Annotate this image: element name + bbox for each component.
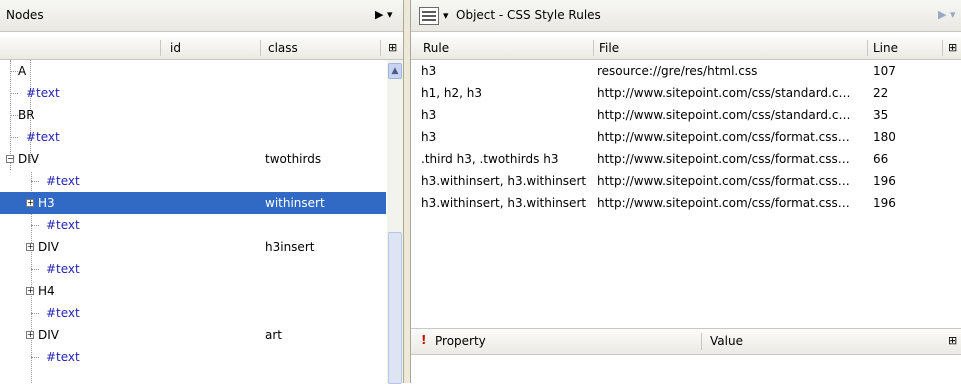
rule-file[interactable]: http://www.sitepoint.com/css/standard.c…: [597, 104, 850, 126]
nodes-pane: Nodes ▶ ▾ id class ⊞ A #text BR #text − DIV tw…: [0, 0, 403, 384]
rule-selector: h3.withinsert, h3.withinsert: [421, 196, 587, 210]
rule-line: 180: [873, 130, 896, 144]
node-tag: #text: [46, 262, 80, 276]
property-header: ! Property Value ⊞: [411, 328, 961, 355]
rule-row[interactable]: h1, h2, h3 http://www.sitepoint.com/css/s…: [411, 82, 961, 104]
rule-selector: h3.withinsert, h3.withinsert: [421, 174, 587, 188]
nodes-scrollbar[interactable]: ▲: [387, 60, 403, 384]
tree-row[interactable]: #text: [0, 82, 386, 104]
rule-file[interactable]: http://www.sitepoint.com/css/format.css…: [597, 192, 850, 214]
rule-line: 107: [873, 64, 896, 78]
node-tag: #text: [46, 350, 80, 364]
nodes-column-header: id class ⊞: [0, 37, 403, 60]
tree-row[interactable]: BR: [0, 104, 386, 126]
rules-column-header: Rule File Line ⊞: [411, 37, 961, 60]
tree-row[interactable]: + DIV art: [0, 324, 386, 346]
nodes-menu-arrow-icon[interactable]: ▶ ▾: [375, 8, 392, 21]
menu-list-icon[interactable]: [419, 7, 439, 25]
column-rule[interactable]: Rule: [423, 41, 449, 55]
column-value[interactable]: Value: [710, 334, 743, 348]
tree-row[interactable]: + H4: [0, 280, 386, 302]
rule-row[interactable]: h3.withinsert, h3.withinsert http://www.s…: [411, 170, 961, 192]
column-picker-icon[interactable]: ⊞: [388, 41, 397, 54]
node-tag: A: [18, 64, 27, 78]
rules-title: Object - CSS Style Rules: [456, 8, 601, 22]
node-class: twothirds: [265, 152, 322, 166]
node-tag: DIV: [38, 328, 59, 342]
rule-row[interactable]: h3 resource://gre/res/html.css 107: [411, 60, 961, 82]
rule-file[interactable]: http://www.sitepoint.com/css/format.css…: [597, 148, 850, 170]
rule-line: 22: [873, 86, 889, 100]
node-tag: BR: [18, 108, 35, 122]
rule-selector: h3: [421, 108, 437, 122]
menu-dropdown-icon[interactable]: ▾: [443, 9, 449, 22]
expand-icon[interactable]: +: [26, 287, 34, 295]
column-class[interactable]: class: [268, 41, 298, 55]
rule-line: 196: [873, 196, 896, 210]
rule-file[interactable]: http://www.sitepoint.com/css/format.css…: [597, 126, 850, 148]
tree-row[interactable]: + H3 withinsert: [0, 192, 386, 214]
rule-selector: .third h3, .twothirds h3: [421, 152, 559, 166]
rule-row[interactable]: h3 http://www.sitepoint.com/css/standard.…: [411, 104, 961, 126]
node-tag: #text: [46, 174, 80, 188]
collapse-icon[interactable]: −: [6, 155, 14, 163]
tree-row[interactable]: #text: [0, 170, 386, 192]
node-class: h3insert: [265, 240, 315, 254]
node-tag: DIV: [38, 240, 59, 254]
rule-row[interactable]: .third h3, .twothirds h3 http://www.sitep…: [411, 148, 961, 170]
rules-column-picker-icon[interactable]: ⊞: [948, 41, 957, 54]
column-id[interactable]: id: [170, 41, 181, 55]
node-tag: #text: [26, 130, 60, 144]
node-tag: #text: [46, 306, 80, 320]
node-tag: H4: [38, 284, 55, 298]
expand-icon[interactable]: +: [26, 199, 34, 207]
column-property[interactable]: Property: [435, 334, 486, 348]
scroll-up-icon[interactable]: ▲: [388, 63, 402, 79]
node-tag: #text: [46, 218, 80, 232]
rule-line: 66: [873, 152, 889, 166]
node-class: withinsert: [265, 196, 325, 210]
column-line[interactable]: Line: [873, 41, 898, 55]
rule-line: 35: [873, 108, 889, 122]
rule-selector: h3: [421, 130, 437, 144]
tree-row[interactable]: − DIV twothirds: [0, 148, 386, 170]
scrollbar-thumb[interactable]: [388, 232, 402, 384]
tree-row[interactable]: #text: [0, 214, 386, 236]
rule-file[interactable]: resource://gre/res/html.css: [597, 60, 757, 82]
nodes-title: Nodes: [6, 8, 44, 22]
css-rules-pane: ▾ Object - CSS Style Rules ▶ ▾ Rule File…: [411, 0, 961, 383]
rule-selector: h3: [421, 64, 437, 78]
tree-row[interactable]: #text: [0, 258, 386, 280]
node-tag: #text: [26, 86, 60, 100]
tree-row[interactable]: + DIV h3insert: [0, 236, 386, 258]
rules-nav-arrow-icon[interactable]: ▶ ▾: [938, 8, 955, 21]
node-tag: DIV: [18, 152, 39, 166]
rule-file[interactable]: http://www.sitepoint.com/css/standard.c…: [597, 82, 850, 104]
rule-line: 196: [873, 174, 896, 188]
node-tag: H3: [38, 196, 55, 210]
node-class: art: [265, 328, 282, 342]
tree-row[interactable]: #text: [0, 126, 386, 148]
rule-row[interactable]: h3.withinsert, h3.withinsert http://www.s…: [411, 192, 961, 214]
important-flag-icon[interactable]: !: [421, 333, 426, 347]
rule-file[interactable]: http://www.sitepoint.com/css/format.css…: [597, 170, 850, 192]
tree-row[interactable]: #text: [0, 346, 386, 368]
expand-icon[interactable]: +: [26, 243, 34, 251]
tree-row[interactable]: #text: [0, 302, 386, 324]
property-column-picker-icon[interactable]: ⊞: [948, 334, 957, 347]
expand-icon[interactable]: +: [26, 331, 34, 339]
tree-row[interactable]: A: [0, 60, 386, 82]
rule-row[interactable]: h3 http://www.sitepoint.com/css/format.cs…: [411, 126, 961, 148]
rules-titlebar: ▾ Object - CSS Style Rules ▶ ▾: [411, 0, 961, 32]
pane-splitter[interactable]: [403, 0, 411, 383]
rule-selector: h1, h2, h3: [421, 86, 482, 100]
column-file[interactable]: File: [599, 41, 619, 55]
nodes-titlebar: Nodes ▶ ▾: [0, 0, 403, 32]
